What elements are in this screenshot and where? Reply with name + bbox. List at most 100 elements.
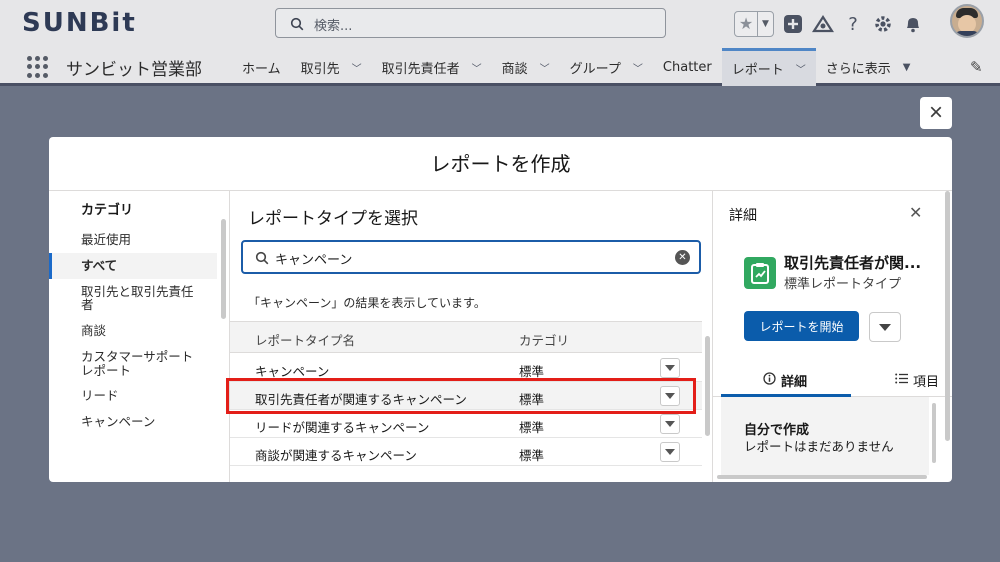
category-title: カテゴリ: [81, 203, 134, 218]
report-type-search-input[interactable]: キャンペーン ✕: [241, 240, 701, 274]
notification-bell-icon[interactable]: [902, 13, 924, 35]
nav-tab-groups[interactable]: グループ ﹀: [560, 48, 653, 86]
nav-tab-label: さらに表示: [825, 61, 891, 77]
report-type-category: 標準: [519, 392, 545, 407]
category-item-opportunities[interactable]: 商談: [49, 318, 217, 344]
search-icon: [290, 16, 304, 35]
tab-label: 詳細: [781, 375, 808, 390]
details-scrollbar[interactable]: [945, 191, 950, 441]
category-item-recent[interactable]: 最近使用: [49, 227, 217, 253]
report-type-category: 標準: [519, 420, 545, 435]
table-header: レポートタイプ名 カテゴリ: [230, 321, 702, 353]
table-row-selected[interactable]: 取引先責任者が関連するキャンペーン 標準: [226, 378, 702, 414]
chevron-down-icon[interactable]: ﹀: [352, 60, 362, 75]
category-item-leads[interactable]: リード: [49, 383, 217, 409]
report-type-table: キャンペーン 標準 取引先責任者が関連するキャンペーン 標準 リードが関連するキ…: [226, 354, 702, 466]
chevron-down-icon[interactable]: ﹀: [633, 60, 643, 75]
app-launcher-icon[interactable]: [27, 56, 49, 78]
row-menu-chevron-icon[interactable]: [660, 386, 680, 406]
nav-tab-more[interactable]: さらに表示 ▼: [816, 48, 921, 86]
create-report-modal: レポートを作成 カテゴリ 最近使用 すべて 取引先と取引先責任者 商談 カスタマ…: [49, 137, 952, 482]
global-header: SUNBit 検索... ★ ▼ ?: [0, 0, 1000, 48]
category-item-customer-support[interactable]: カスタマーサポートレポート: [49, 344, 199, 384]
modal-header: レポートを作成: [49, 137, 952, 191]
caret-down-icon[interactable]: ▼: [903, 62, 911, 73]
details-panel: 詳細 ✕ 取引先責任者が関... 標準レポートタイプ レポートを開始 詳細 項目…: [712, 191, 952, 482]
selected-report-name: 取引先責任者が関...: [784, 254, 922, 272]
nav-tab-label: グループ: [569, 61, 621, 77]
details-title: 詳細: [729, 208, 757, 224]
table-row[interactable]: リードが関連するキャンペーン 標準: [230, 410, 702, 438]
category-item-accounts-contacts[interactable]: 取引先と取引先責任者: [49, 279, 199, 319]
report-type-name: リードが関連するキャンペーン: [255, 420, 430, 435]
nav-tab-label: 取引先: [300, 61, 340, 77]
global-search[interactable]: 検索...: [275, 8, 666, 38]
result-message: 「キャンペーン」の結果を表示しています。: [248, 296, 486, 310]
row-menu-chevron-icon[interactable]: [660, 358, 680, 378]
modal-close-button[interactable]: ×: [920, 97, 952, 129]
chevron-down-icon[interactable]: ﹀: [540, 60, 550, 75]
trailhead-icon[interactable]: [812, 13, 834, 35]
nav-tabs: ホーム 取引先 ﹀ 取引先責任者 ﹀ 商談 ﹀ グループ ﹀ Chatter レ…: [232, 48, 920, 86]
start-report-button[interactable]: レポートを開始: [744, 311, 859, 341]
edit-nav-pencil-icon[interactable]: ✎: [970, 58, 983, 76]
app-nav-bar: サンビット営業部 ホーム 取引先 ﹀ 取引先責任者 ﹀ 商談 ﹀ グループ ﹀ …: [0, 48, 1000, 86]
table-row[interactable]: 商談が関連するキャンペーン 標準: [230, 438, 702, 466]
table-row[interactable]: キャンペーン 標準: [230, 354, 702, 382]
details-tabs: 詳細 項目: [713, 363, 952, 397]
column-header-category[interactable]: カテゴリ: [519, 330, 569, 349]
category-list: 最近使用 すべて 取引先と取引先責任者 商談 カスタマーサポートレポート リード…: [49, 227, 217, 435]
tab-details[interactable]: 詳細: [763, 371, 807, 390]
report-type-panel: レポートタイプを選択 キャンペーン ✕ 「キャンペーン」の結果を表示しています。…: [226, 191, 712, 482]
chevron-down-icon[interactable]: ﹀: [472, 60, 482, 75]
details-horizontal-scrollbar[interactable]: [717, 475, 927, 479]
nav-tab-label: 取引先責任者: [381, 61, 460, 77]
nav-tab-label: レポート: [731, 63, 784, 78]
clear-search-icon[interactable]: ✕: [675, 250, 690, 265]
row-menu-chevron-icon[interactable]: [660, 414, 680, 434]
report-type-title: レポートタイプを選択: [248, 209, 418, 229]
nav-tab-opportunities[interactable]: 商談 ﹀: [492, 48, 560, 86]
category-item-campaigns[interactable]: キャンペーン: [49, 409, 217, 435]
nav-tab-label: Chatter: [662, 59, 712, 75]
selected-report-subtitle: 標準レポートタイプ: [784, 277, 902, 292]
category-panel: カテゴリ 最近使用 すべて 取引先と取引先責任者 商談 カスタマーサポートレポー…: [49, 191, 230, 482]
user-avatar[interactable]: [950, 4, 984, 38]
start-report-menu-chevron-icon[interactable]: [869, 312, 901, 342]
nav-tab-chatter[interactable]: Chatter: [653, 48, 722, 86]
gear-icon[interactable]: [872, 13, 894, 35]
favorites-button[interactable]: ★ ▼: [734, 11, 774, 37]
nav-tab-accounts[interactable]: 取引先 ﹀: [291, 48, 372, 86]
report-type-category: 標準: [519, 448, 545, 463]
search-value: キャンペーン: [275, 253, 353, 268]
nav-tab-reports[interactable]: レポート ﹀: [721, 48, 816, 86]
created-by-me-text: レポートはまだありません: [744, 439, 894, 454]
app-name: サンビット営業部: [66, 60, 202, 80]
header-actions: ★ ▼ ?: [734, 9, 924, 39]
report-clipboard-icon: [744, 257, 776, 289]
report-type-name: 取引先責任者が関連するキャンペーン: [255, 392, 467, 407]
search-icon: [255, 250, 269, 269]
report-type-name: キャンペーン: [255, 364, 330, 379]
category-item-all[interactable]: すべて: [49, 252, 217, 279]
info-icon: [763, 372, 776, 389]
report-type-scrollbar[interactable]: [705, 336, 710, 436]
tab-label: 項目: [913, 375, 940, 390]
tab-fields[interactable]: 項目: [895, 371, 939, 390]
nav-tab-home[interactable]: ホーム: [232, 48, 291, 86]
nav-tab-label: ホーム: [242, 61, 281, 77]
details-close-icon[interactable]: ✕: [909, 203, 922, 223]
star-icon: ★: [738, 14, 754, 33]
chevron-down-icon[interactable]: ﹀: [796, 61, 806, 76]
report-type-name: 商談が関連するキャンペーン: [255, 448, 417, 463]
add-icon[interactable]: [782, 13, 804, 35]
created-by-me-card: 自分で作成 レポートはまだありません: [721, 397, 929, 475]
report-type-category: 標準: [519, 364, 545, 379]
chevron-down-icon[interactable]: ▼: [757, 12, 773, 36]
column-header-name[interactable]: レポートタイプ名: [255, 330, 355, 349]
card-scrollbar[interactable]: [932, 403, 936, 463]
row-menu-chevron-icon[interactable]: [660, 442, 680, 462]
nav-tab-contacts[interactable]: 取引先責任者 ﹀: [372, 48, 492, 86]
category-scrollbar[interactable]: [221, 219, 226, 319]
help-icon[interactable]: ?: [842, 13, 864, 35]
